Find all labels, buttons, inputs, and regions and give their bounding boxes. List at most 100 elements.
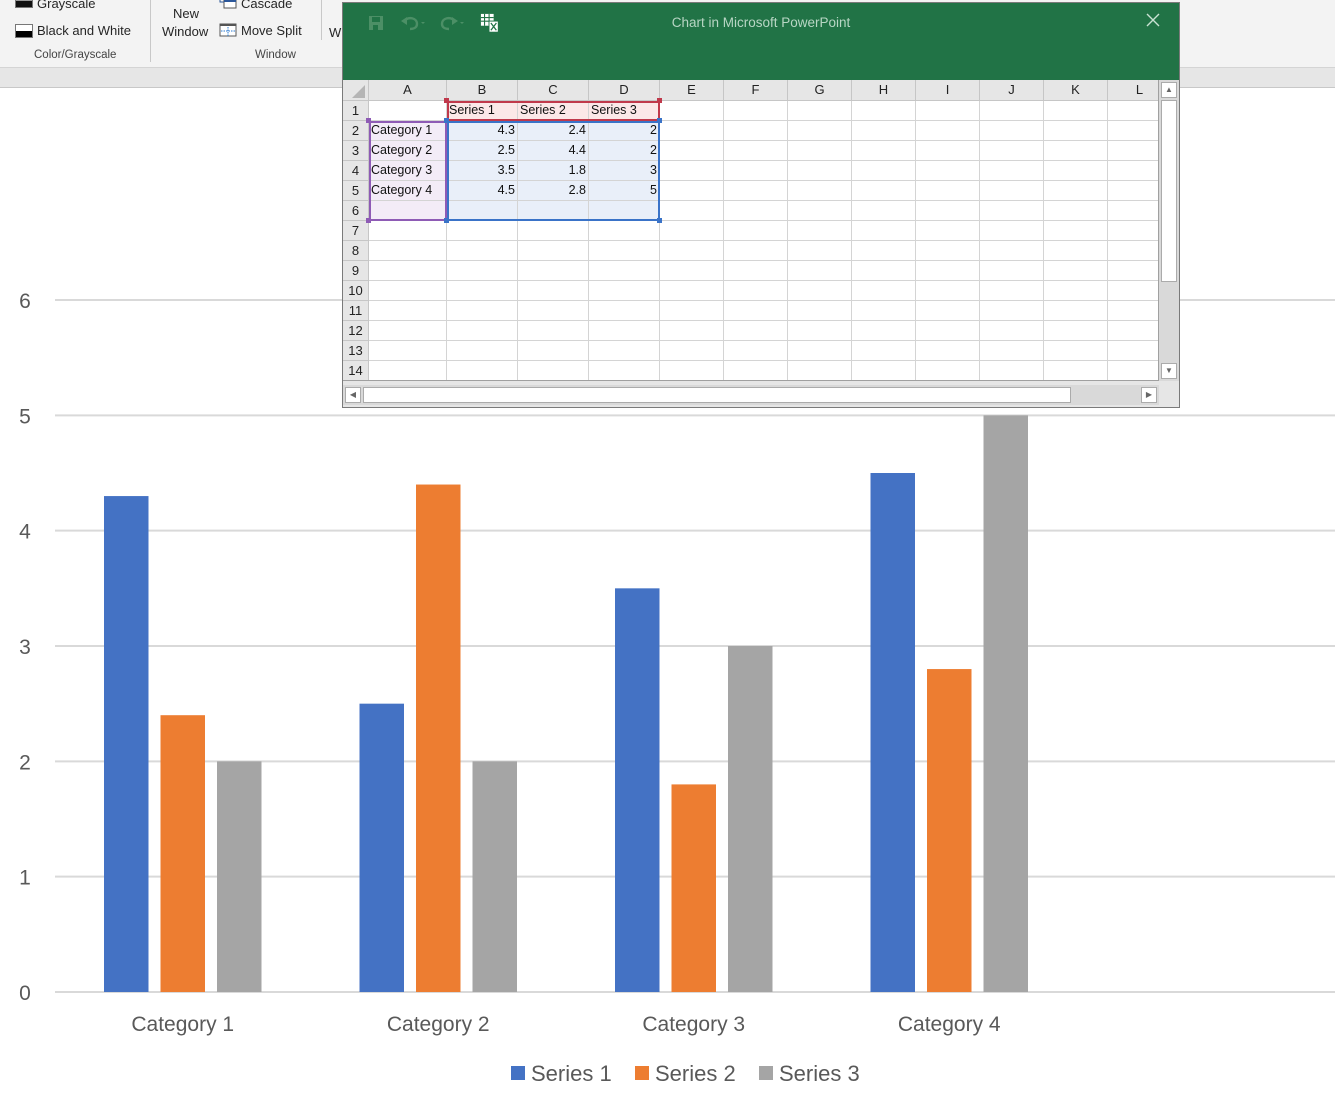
cell-f5[interactable] <box>724 181 788 201</box>
cell-g7[interactable] <box>788 221 852 241</box>
cell-g10[interactable] <box>788 281 852 301</box>
cell-k8[interactable] <box>1044 241 1108 261</box>
scroll-down-button[interactable]: ▼ <box>1161 363 1177 379</box>
cell-j6[interactable] <box>980 201 1044 221</box>
scroll-right-button[interactable]: ▶ <box>1141 387 1157 403</box>
cell-a8[interactable] <box>369 241 447 261</box>
bar-series-2-category-2[interactable] <box>416 484 461 992</box>
bar-series-1-category-3[interactable] <box>615 588 660 992</box>
cell-k7[interactable] <box>1044 221 1108 241</box>
row-header-7[interactable]: 7 <box>343 221 369 241</box>
bar-series-1-category-2[interactable] <box>359 703 405 992</box>
cell-c7[interactable] <box>518 221 589 241</box>
cell-b7[interactable] <box>447 221 518 241</box>
cell-d1[interactable]: Series 3 <box>589 101 660 121</box>
cell-k5[interactable] <box>1044 181 1108 201</box>
cell-b2[interactable]: 4.3 <box>447 121 518 141</box>
cell-f7[interactable] <box>724 221 788 241</box>
horizontal-scrollbar[interactable]: ◀ ▶ <box>343 385 1159 405</box>
cell-a1[interactable] <box>369 101 447 121</box>
cell-b12[interactable] <box>447 321 518 341</box>
cell-l3[interactable] <box>1108 141 1158 161</box>
cell-i10[interactable] <box>916 281 980 301</box>
bar-series-2-category-1[interactable] <box>160 715 206 992</box>
legend[interactable]: Series 1 Series 2 Series 3 <box>511 1061 860 1086</box>
range-resize-handle[interactable] <box>657 98 662 103</box>
cell-a3[interactable]: Category 2 <box>369 141 447 161</box>
bar-series-3-category-4[interactable] <box>983 415 1029 992</box>
cell-c2[interactable]: 2.4 <box>518 121 589 141</box>
cell-d7[interactable] <box>589 221 660 241</box>
cell-c3[interactable]: 4.4 <box>518 141 589 161</box>
horizontal-scroll-thumb[interactable] <box>363 387 1071 403</box>
bar-series-1-category-1[interactable] <box>104 496 149 992</box>
cell-a4[interactable]: Category 3 <box>369 161 447 181</box>
cell-b5[interactable]: 4.5 <box>447 181 518 201</box>
scroll-up-button[interactable]: ▲ <box>1161 82 1177 98</box>
cell-h8[interactable] <box>852 241 916 261</box>
cell-d3[interactable]: 2 <box>589 141 660 161</box>
cell-j8[interactable] <box>980 241 1044 261</box>
cell-f1[interactable] <box>724 101 788 121</box>
row-header-8[interactable]: 8 <box>343 241 369 261</box>
column-header-a[interactable]: A <box>369 80 447 101</box>
range-resize-handle[interactable] <box>444 218 449 223</box>
cell-b14[interactable] <box>447 361 518 380</box>
cell-e13[interactable] <box>660 341 724 361</box>
cell-d11[interactable] <box>589 301 660 321</box>
cell-f11[interactable] <box>724 301 788 321</box>
cell-d9[interactable] <box>589 261 660 281</box>
cell-i4[interactable] <box>916 161 980 181</box>
cell-e2[interactable] <box>660 121 724 141</box>
cell-f13[interactable] <box>724 341 788 361</box>
cell-f14[interactable] <box>724 361 788 380</box>
row-header-14[interactable]: 14 <box>343 361 369 380</box>
cell-k1[interactable] <box>1044 101 1108 121</box>
cell-d10[interactable] <box>589 281 660 301</box>
cell-a14[interactable] <box>369 361 447 380</box>
cell-j2[interactable] <box>980 121 1044 141</box>
cell-l7[interactable] <box>1108 221 1158 241</box>
cell-c4[interactable]: 1.8 <box>518 161 589 181</box>
cell-a6[interactable] <box>369 201 447 221</box>
cell-a11[interactable] <box>369 301 447 321</box>
cell-d4[interactable]: 3 <box>589 161 660 181</box>
cell-k2[interactable] <box>1044 121 1108 141</box>
cell-j12[interactable] <box>980 321 1044 341</box>
cell-i7[interactable] <box>916 221 980 241</box>
cell-g11[interactable] <box>788 301 852 321</box>
cell-h11[interactable] <box>852 301 916 321</box>
cell-e10[interactable] <box>660 281 724 301</box>
cell-b3[interactable]: 2.5 <box>447 141 518 161</box>
cell-j1[interactable] <box>980 101 1044 121</box>
spreadsheet-grid[interactable]: A B C D E F G H I J K L 1 Series 1 Series 2 Series 3 2 Ca… <box>343 80 1159 381</box>
bar-series-3-category-1[interactable] <box>217 761 262 992</box>
cell-c1[interactable]: Series 2 <box>518 101 589 121</box>
cell-l12[interactable] <box>1108 321 1158 341</box>
cell-i12[interactable] <box>916 321 980 341</box>
cell-b6[interactable] <box>447 201 518 221</box>
column-header-i[interactable]: I <box>916 80 980 101</box>
cell-i5[interactable] <box>916 181 980 201</box>
cell-f8[interactable] <box>724 241 788 261</box>
cell-b13[interactable] <box>447 341 518 361</box>
cell-e6[interactable] <box>660 201 724 221</box>
cell-j4[interactable] <box>980 161 1044 181</box>
cell-i9[interactable] <box>916 261 980 281</box>
range-resize-handle[interactable] <box>444 98 449 103</box>
dialog-title-bar[interactable]: Chart in Microsoft PowerPoint <box>343 3 1179 80</box>
cell-d2[interactable]: 2 <box>589 121 660 141</box>
cell-a5[interactable]: Category 4 <box>369 181 447 201</box>
cell-a13[interactable] <box>369 341 447 361</box>
row-header-13[interactable]: 13 <box>343 341 369 361</box>
column-header-b[interactable]: B <box>447 80 518 101</box>
cell-h6[interactable] <box>852 201 916 221</box>
cell-a12[interactable] <box>369 321 447 341</box>
cell-e8[interactable] <box>660 241 724 261</box>
cell-d12[interactable] <box>589 321 660 341</box>
cell-j10[interactable] <box>980 281 1044 301</box>
scroll-left-button[interactable]: ◀ <box>345 387 361 403</box>
cell-l13[interactable] <box>1108 341 1158 361</box>
cell-k9[interactable] <box>1044 261 1108 281</box>
row-header-5[interactable]: 5 <box>343 181 369 201</box>
